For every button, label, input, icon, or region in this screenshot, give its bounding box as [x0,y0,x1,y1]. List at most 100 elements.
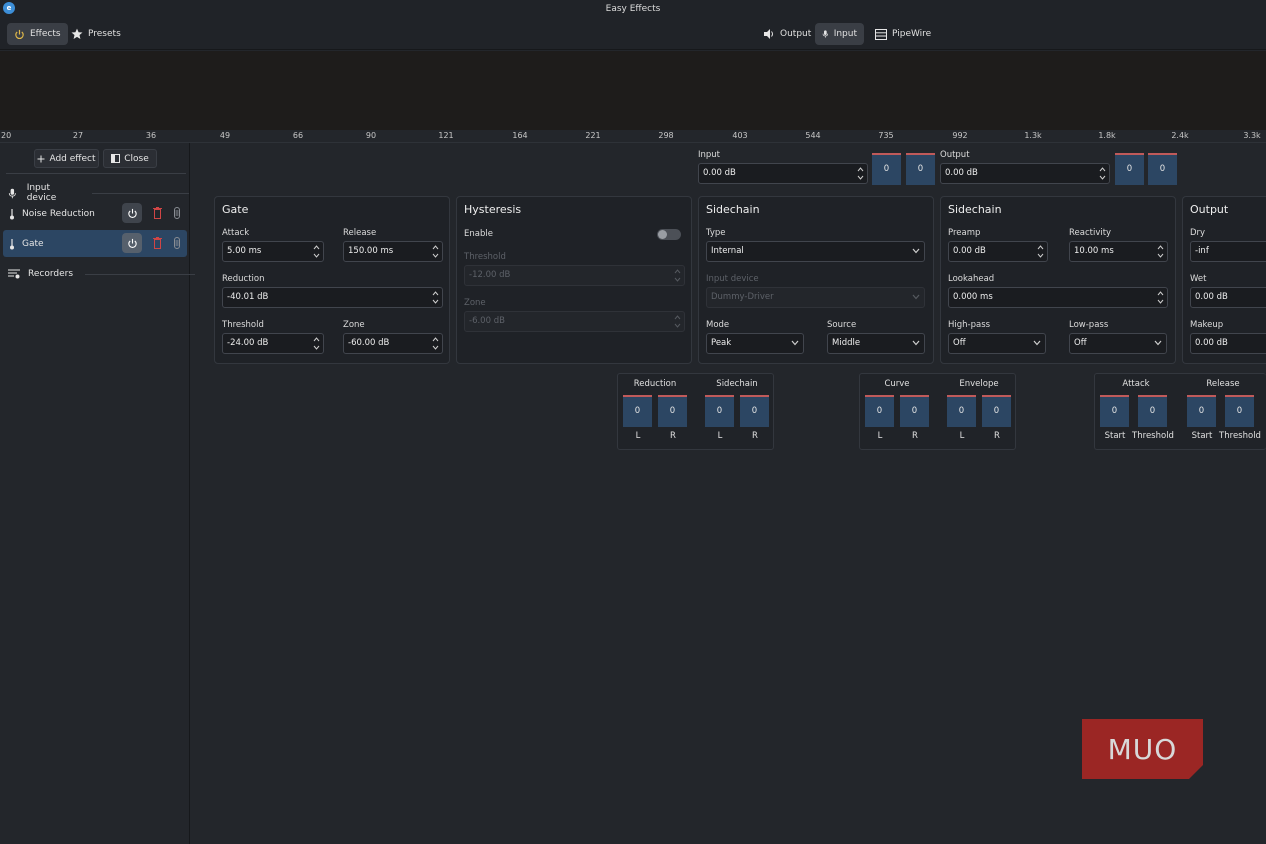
release-spinner[interactable]: 150.00 ms [343,241,443,262]
type-label: Type [706,228,726,238]
highpass-label: High-pass [948,320,991,330]
reactivity-value: 10.00 ms [1074,246,1114,256]
freq-tick: 164 [512,131,528,140]
drag-handle-icon[interactable] [173,237,181,249]
output-gain-spinner[interactable]: 0.00 dB [940,163,1110,184]
spin-arrows-icon[interactable] [1099,166,1106,181]
output-level-meter: 0 [1115,153,1144,185]
recorders-section[interactable]: Recorders [8,269,196,279]
source-label: Source [827,320,857,330]
hysteresis-threshold-spinner[interactable]: -12.00 dB [464,265,685,286]
plugin-item-gate[interactable]: Gate [3,230,187,257]
freq-tick: 121 [438,131,454,140]
tab-output[interactable]: Output [756,23,818,45]
channel-label: R [752,431,758,441]
source-value: Middle [832,338,861,348]
freq-tick: 992 [952,131,968,140]
hysteresis-enable-toggle[interactable] [657,229,681,240]
reactivity-spinner[interactable]: 10.00 ms [1069,241,1168,262]
meter-group-label: Reduction [633,379,677,389]
thermometer-icon [10,238,14,249]
meter-group-label: Curve [884,379,910,389]
sidechain-mode-dropdown[interactable]: Peak [706,333,804,354]
input-gain-spinner[interactable]: 0.00 dB [698,163,868,184]
spin-arrows-icon[interactable] [1157,244,1164,259]
lowpass-dropdown[interactable]: Off [1069,333,1167,354]
output-level-label: Output [940,150,970,160]
tab-presets-label: Presets [88,29,121,39]
plugin-label: Noise Reduction [22,208,95,219]
attack-spinner[interactable]: 5.00 ms [222,241,324,262]
close-label: Close [124,153,149,164]
sidechain-source-dropdown[interactable]: Middle [827,333,925,354]
sidechain-card: Sidechain Type Internal Input device Dum… [698,196,934,364]
wet-spinner[interactable]: 0.00 dB [1190,287,1266,308]
watermark-logo: MUO [1082,719,1203,779]
spin-arrows-icon[interactable] [1037,244,1044,259]
lowpass-value: Off [1074,338,1087,348]
freq-tick: 90 [365,131,377,140]
sidebar-close-icon [111,154,121,163]
makeup-spinner[interactable]: 0.00 dB [1190,333,1266,354]
microphone-icon [8,188,16,198]
meter-group-label: Envelope [959,379,999,389]
tab-presets[interactable]: Presets [64,23,128,45]
spin-arrows-icon[interactable] [432,290,439,305]
freq-tick: 36 [145,131,157,140]
card-title: Sidechain [948,203,1002,216]
threshold-spinner[interactable]: -24.00 dB [222,333,324,354]
level-meter: 0 [1225,395,1254,427]
zone-value: -60.00 dB [348,338,390,348]
add-effect-button[interactable]: Add effect [34,149,99,168]
zone-label: Zone [464,298,486,308]
sidechain-input-device-dropdown[interactable]: Dummy-Driver [706,287,925,308]
threshold-label: Threshold [222,320,264,330]
zone-value: -6.00 dB [469,316,505,326]
makeup-value: 0.00 dB [1195,338,1228,348]
freq-tick: 2.4k [1171,131,1189,140]
chevron-down-icon [912,248,920,254]
meter-group-label: Release [1206,379,1240,389]
dry-value: -inf [1195,246,1209,256]
spin-arrows-icon[interactable] [432,336,439,351]
tab-effects[interactable]: Effects [7,23,68,45]
tab-output-label: Output [780,29,812,39]
level-meter: 0 [900,395,929,427]
tab-pipewire[interactable]: PipeWire [868,23,938,45]
dry-spinner[interactable]: -inf [1190,241,1266,262]
sidechain-type-dropdown[interactable]: Internal [706,241,925,262]
spin-arrows-icon[interactable] [313,244,320,259]
close-button[interactable]: Close [103,149,157,168]
lookahead-spinner[interactable]: 0.000 ms [948,287,1168,308]
spin-arrows-icon[interactable] [674,314,681,329]
microphone-icon [822,30,829,38]
divider [85,273,196,275]
attack-release-meters: Attack Release 0 0 0 0 Start Threshold S… [1094,373,1266,450]
spin-arrows-icon[interactable] [432,244,439,259]
level-meter: 0 [982,395,1011,427]
spin-arrows-icon[interactable] [857,166,864,181]
trash-icon[interactable] [153,237,162,249]
mode-value: Peak [711,338,732,348]
zone-spinner[interactable]: -60.00 dB [343,333,443,354]
plugin-power-toggle[interactable] [122,203,142,223]
window-title: Easy Effects [605,4,661,14]
reduction-sidechain-meters: Reduction Sidechain 0 0 0 0 L R L R [617,373,774,450]
threshold-label: Threshold [464,252,506,262]
plugin-item-noise-reduction[interactable]: Noise Reduction [3,200,187,227]
drag-handle-icon[interactable] [173,207,181,219]
reduction-spinner[interactable]: -40.01 dB [222,287,443,308]
channel-label: R [912,431,918,441]
spin-arrows-icon[interactable] [313,336,320,351]
plugin-power-toggle[interactable] [122,233,142,253]
threshold-value: -24.00 dB [227,338,269,348]
tab-input[interactable]: Input [815,23,864,45]
header-bar: e Easy Effects Effects Presets Output In… [0,0,1266,50]
spin-arrows-icon[interactable] [674,268,681,283]
add-effect-label: Add effect [49,153,96,164]
hysteresis-zone-spinner[interactable]: -6.00 dB [464,311,685,332]
preamp-spinner[interactable]: 0.00 dB [948,241,1048,262]
highpass-dropdown[interactable]: Off [948,333,1046,354]
spin-arrows-icon[interactable] [1157,290,1164,305]
trash-icon[interactable] [153,207,162,219]
